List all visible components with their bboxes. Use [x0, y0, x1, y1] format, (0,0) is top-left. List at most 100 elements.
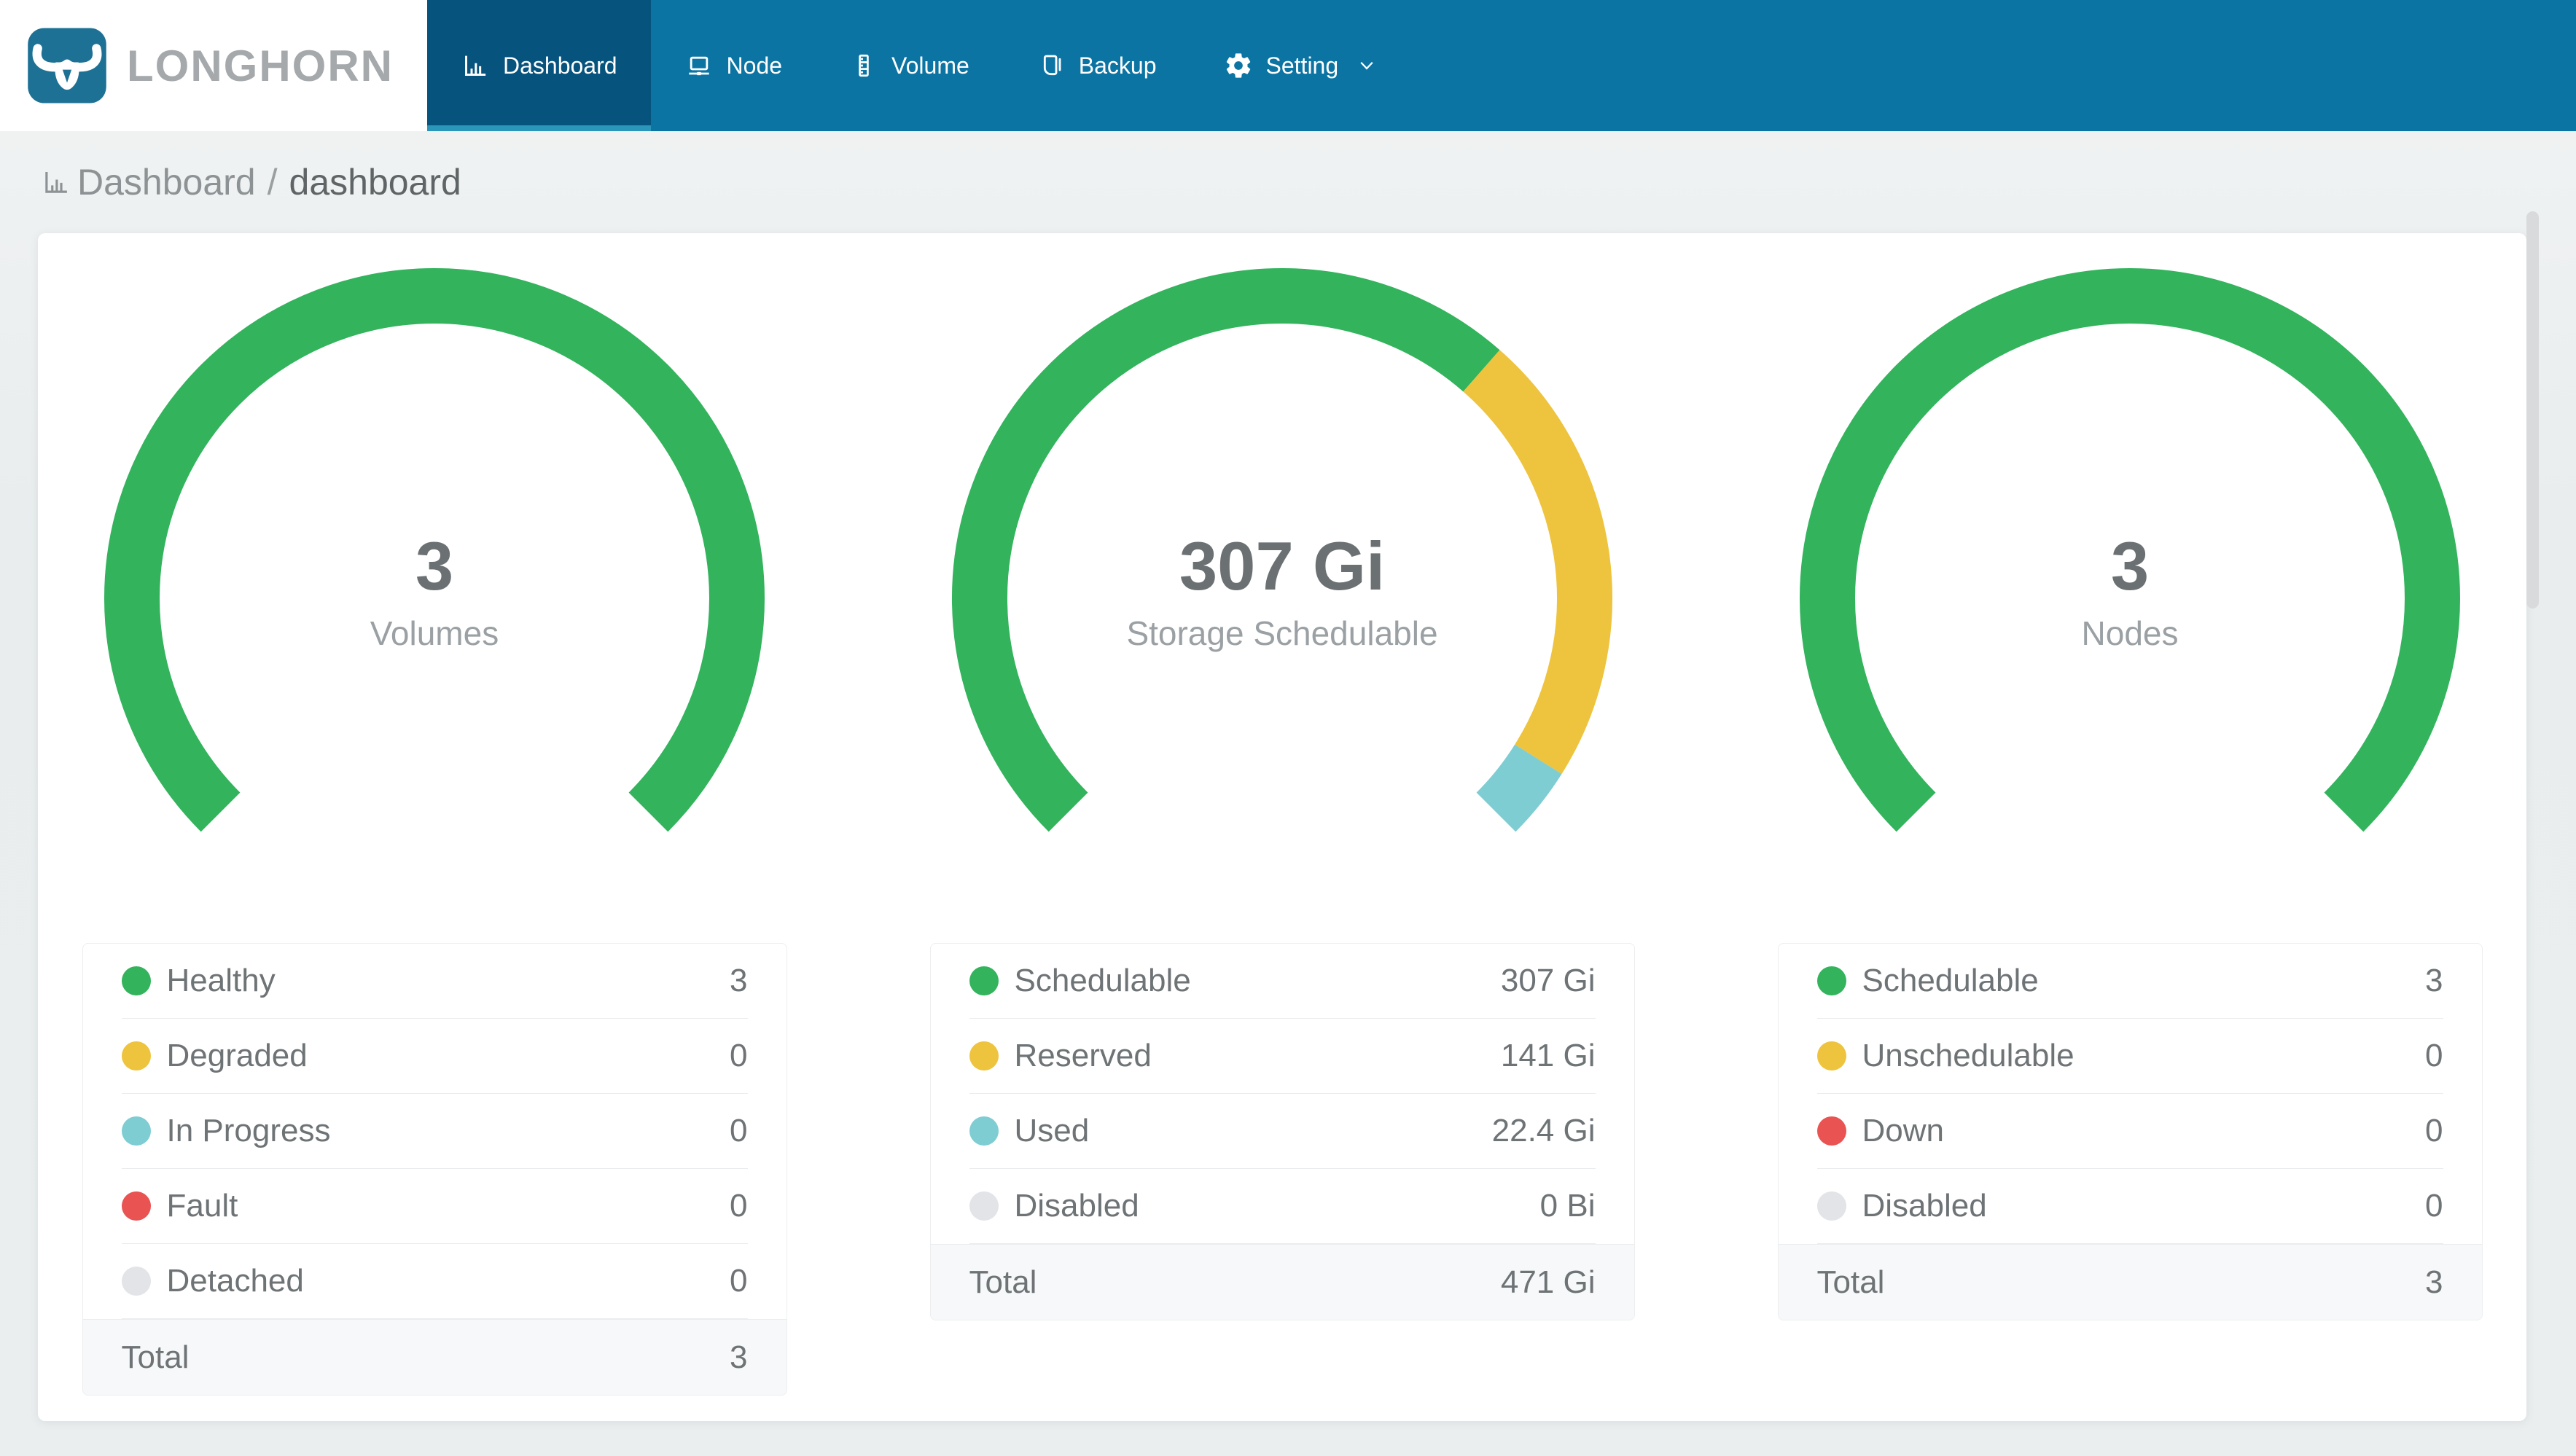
- legend-dot-icon: [969, 966, 999, 995]
- legend-dot-icon: [969, 1041, 999, 1071]
- total-label: Total: [969, 1264, 1037, 1300]
- legend-value: 22.4 Gi: [1491, 1113, 1596, 1148]
- legend-row-healthy: Healthy 3: [121, 944, 748, 1019]
- legend-row-disabled: Disabled 0: [1816, 1169, 2443, 1244]
- brand-name: LONGHORN: [127, 41, 394, 90]
- legend-value: 0: [730, 1263, 748, 1299]
- legend-label: Unschedulable: [1862, 1038, 2075, 1073]
- legend-row-down: Down 0: [1816, 1094, 2443, 1169]
- nav-label-node: Node: [726, 52, 783, 79]
- dashboard-column-storage-schedulable: 307 Gi Storage Schedulable Schedulable 307 …: [926, 267, 1639, 1396]
- legend-value: 141 Gi: [1500, 1038, 1596, 1073]
- legend-row-degraded: Degraded 0: [121, 1019, 748, 1094]
- legend-row-used: Used 22.4 Gi: [969, 1094, 1596, 1169]
- legend-dot-icon: [1816, 966, 1846, 995]
- legend-dot-icon: [121, 966, 151, 995]
- chevron-down-icon: [1360, 61, 1373, 70]
- nav-label-backup: Backup: [1078, 52, 1157, 79]
- total-value: 471 Gi: [1500, 1264, 1596, 1300]
- gauge-donut-chart: [952, 267, 1612, 832]
- legend-label: In Progress: [166, 1113, 331, 1148]
- legend-label: Disabled: [1862, 1188, 1987, 1224]
- legend-dot-icon: [969, 1116, 999, 1146]
- legend-dot-icon: [1816, 1191, 1846, 1221]
- legend-row-reserved: Reserved 141 Gi: [969, 1019, 1596, 1094]
- legend-label: Used: [1014, 1113, 1090, 1148]
- legend-dot-icon: [121, 1116, 151, 1146]
- legend-dot-icon: [969, 1191, 999, 1221]
- legend-value: 3: [2425, 963, 2443, 998]
- legend-table-volumes: Healthy 3 Degraded 0 In Progress 0 Fault 0 Detac…: [82, 943, 787, 1396]
- dashboard-column-volumes: 3 Volumes Healthy 3 Degraded 0 In Progress 0 Fau…: [78, 267, 791, 1396]
- nav-label-volume: Volume: [891, 52, 969, 79]
- breadcrumb-separator: /: [267, 162, 278, 203]
- gauge-segment-used[interactable]: [1476, 744, 1562, 832]
- legend-value: 0: [2425, 1113, 2443, 1148]
- main-nav: Dashboard Node Volume Backup Setting: [427, 0, 2576, 131]
- legend-row-detached: Detached 0: [121, 1244, 748, 1319]
- legend-table-storage-schedulable: Schedulable 307 Gi Reserved 141 Gi Used 22.4 …: [929, 943, 1635, 1320]
- nav-label-dashboard: Dashboard: [503, 52, 617, 79]
- nav-item-setting[interactable]: Setting: [1190, 0, 1413, 131]
- longhorn-bull-icon: [28, 28, 106, 103]
- legend-label: Degraded: [166, 1038, 308, 1073]
- nav-label-setting: Setting: [1265, 52, 1339, 79]
- legend-label: Disabled: [1014, 1188, 1139, 1224]
- legend-label: Detached: [166, 1263, 304, 1299]
- logo[interactable]: LONGHORN: [0, 0, 427, 131]
- backup-icon: [1043, 55, 1061, 76]
- legend-label: Schedulable: [1862, 963, 2039, 998]
- total-label: Total: [1816, 1264, 1885, 1300]
- legend-dot-icon: [121, 1191, 151, 1221]
- gauge-segment-reserved[interactable]: [1463, 350, 1612, 774]
- total-value: 3: [2425, 1264, 2443, 1300]
- legend-dot-icon: [1816, 1041, 1846, 1071]
- total-value: 3: [730, 1339, 748, 1375]
- legend-value: 307 Gi: [1500, 963, 1596, 998]
- dashboard-card: 3 Volumes Healthy 3 Degraded 0 In Progress 0 Fau…: [38, 233, 2526, 1421]
- dashboard-column-nodes: 3 Nodes Schedulable 3 Unschedulable 0 Down 0 Dis…: [1773, 267, 2486, 1396]
- legend-value: 0 Bi: [1539, 1188, 1596, 1224]
- breadcrumb-section[interactable]: Dashboard: [77, 161, 256, 203]
- legend-total-row: Total 3: [1778, 1244, 2482, 1320]
- vertical-scrollbar-thumb[interactable]: [2526, 211, 2539, 608]
- dashboard-columns: 3 Volumes Healthy 3 Degraded 0 In Progress 0 Fau…: [38, 233, 2526, 1396]
- legend-dot-icon: [121, 1041, 151, 1071]
- gear-icon: [1226, 53, 1250, 78]
- legend-value: 0: [730, 1113, 748, 1148]
- gauge-donut-chart: [1800, 268, 2460, 832]
- legend-row-unschedulable: Unschedulable 0: [1816, 1019, 2443, 1094]
- gauge-segment-schedulable[interactable]: [952, 267, 1500, 832]
- bar-chart-icon: [465, 55, 486, 76]
- database-icon: [859, 54, 869, 77]
- breadcrumb-current-page: dashboard: [289, 162, 461, 203]
- gauge-segment-schedulable[interactable]: [1800, 268, 2460, 832]
- legend-dot-icon: [1816, 1116, 1846, 1146]
- legend-label: Schedulable: [1014, 963, 1191, 998]
- top-navbar: LONGHORN Dashboard Node Volume Backup Se…: [0, 0, 2576, 131]
- legend-value: 3: [730, 963, 748, 998]
- legend-value: 0: [730, 1188, 748, 1224]
- legend-label: Down: [1862, 1113, 1945, 1148]
- gauge-storage-schedulable: 307 Gi Storage Schedulable: [951, 267, 1614, 931]
- legend-table-nodes: Schedulable 3 Unschedulable 0 Down 0 Disabled 0…: [1777, 943, 2483, 1320]
- legend-label: Reserved: [1014, 1038, 1152, 1073]
- nav-item-node[interactable]: Node: [651, 0, 816, 131]
- gauge-nodes: 3 Nodes: [1798, 267, 2462, 931]
- nav-item-backup[interactable]: Backup: [1003, 0, 1190, 131]
- laptop-icon: [688, 56, 709, 76]
- gauge-segment-healthy[interactable]: [104, 268, 765, 832]
- legend-row-fault: Fault 0: [121, 1169, 748, 1244]
- legend-row-in-progress: In Progress 0: [121, 1094, 748, 1169]
- legend-value: 0: [2425, 1188, 2443, 1224]
- total-label: Total: [121, 1339, 190, 1375]
- legend-value: 0: [2425, 1038, 2443, 1073]
- nav-item-dashboard[interactable]: Dashboard: [427, 0, 651, 131]
- legend-dot-icon: [121, 1267, 151, 1296]
- bar-chart-icon: [45, 172, 67, 193]
- gauge-volumes: 3 Volumes: [103, 267, 766, 931]
- legend-total-row: Total 3: [82, 1319, 787, 1395]
- breadcrumb: Dashboard / dashboard: [0, 131, 2576, 233]
- legend-label: Healthy: [166, 963, 276, 998]
- nav-item-volume[interactable]: Volume: [816, 0, 1003, 131]
